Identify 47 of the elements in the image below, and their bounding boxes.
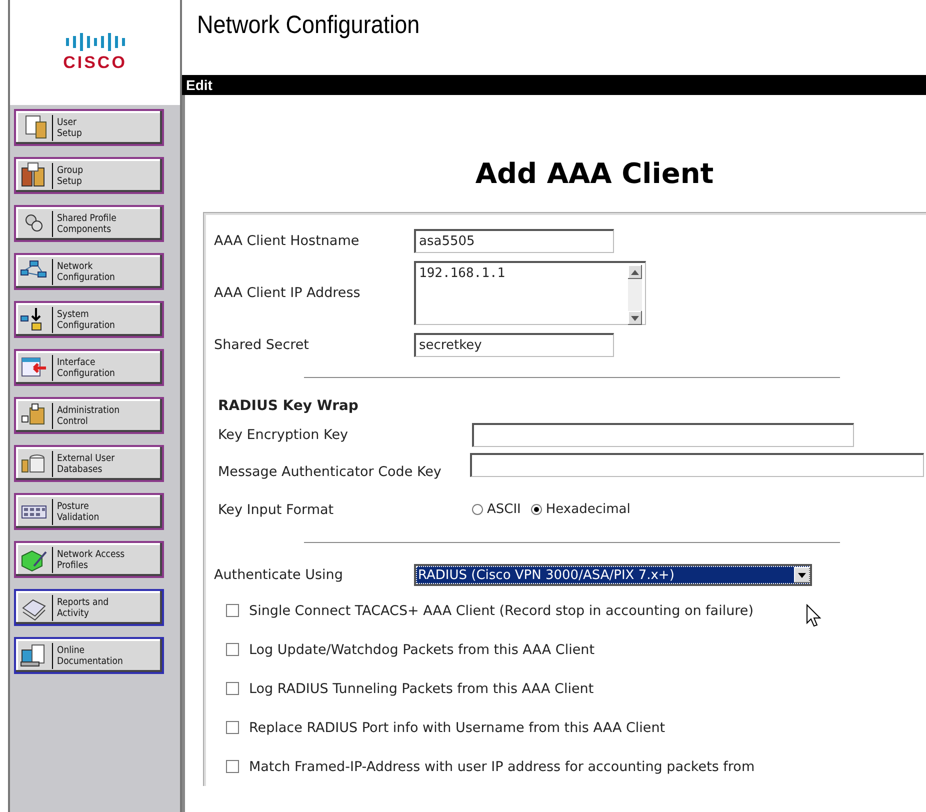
checkbox-label: Log RADIUS Tunneling Packets from this AAA Client <box>249 680 594 696</box>
sidebar-button[interactable]: Interface Configuration <box>14 349 164 386</box>
sidebar-button[interactable]: Administration Control <box>14 397 164 434</box>
checkbox-label: Log Update/Watchdog Packets from this AAA Client <box>249 642 595 658</box>
sidebar-button[interactable]: Posture Validation <box>14 493 164 530</box>
field-label: AAA Client Hostname <box>214 233 360 249</box>
checkbox-label: Match Framed-IP-Address with user IP address for accounting packets from <box>249 758 755 774</box>
sidebar-button[interactable]: Network Configuration <box>14 253 164 290</box>
checkbox[interactable] <box>226 682 239 695</box>
key-encryption-key-field[interactable] <box>472 422 854 446</box>
sidebar-button[interactable]: Network Access Profiles <box>14 541 164 578</box>
logo-text: CISCO <box>63 52 127 72</box>
field-label: Authenticate Using <box>214 567 344 583</box>
dropdown-arrow-icon[interactable] <box>798 572 806 578</box>
checkbox[interactable] <box>226 760 239 773</box>
sidebar-button[interactable]: Shared Profile Components <box>14 205 164 242</box>
shared-secret-field[interactable]: secretkey <box>414 333 614 357</box>
message-authenticator-key-field[interactable] <box>470 453 924 477</box>
page-title: Add AAA Client <box>474 157 715 190</box>
format-radio[interactable]: ASCII <box>472 502 521 517</box>
field-label: Key Input Format <box>218 500 335 518</box>
sidebar-button[interactable]: System Configuration <box>14 301 164 338</box>
sidebar-button[interactable]: Reports and Activity <box>14 589 164 626</box>
hostname-field[interactable]: asa5505 <box>414 229 614 253</box>
field-label: Shared Secret <box>214 337 310 353</box>
page-header-title: Network Configuration <box>197 11 420 40</box>
checkbox[interactable] <box>226 643 239 656</box>
logo-bars-icon <box>64 32 126 50</box>
field-label: AAA Client IP Address <box>214 285 362 301</box>
sidebar-button[interactable]: Online Documentation <box>14 637 164 674</box>
checkbox[interactable] <box>226 604 239 617</box>
sidebar-button[interactable]: Group Setup <box>14 157 164 194</box>
checkbox[interactable] <box>226 721 239 734</box>
mouse-pointer-icon <box>806 604 822 628</box>
sidebar-button[interactable]: User Setup <box>14 109 164 146</box>
edit-bar: Edit <box>182 75 926 95</box>
scroll-up-arrow-icon[interactable] <box>631 270 639 274</box>
field-label: Message Authenticator Code Key <box>218 463 442 481</box>
scroll-down-arrow-icon[interactable] <box>631 316 639 320</box>
authenticate-using-dropdown[interactable]: RADIUS (Cisco VPN 3000/ASA/PIX 7.x+) <box>414 564 812 586</box>
checkbox-label: Replace RADIUS Port info with Username from this AAA Client <box>249 720 666 736</box>
section-heading: RADIUS Key Wrap <box>218 398 360 414</box>
sidebar-button[interactable]: External User Databases <box>14 445 164 482</box>
checkbox-label: Single Connect TACACS+ AAA Client (Record stop in accounting on failure) <box>249 602 754 618</box>
ip-address-field[interactable]: 192.168.1.1 <box>414 261 646 325</box>
field-label: Key Encryption Key <box>218 426 350 444</box>
format-radio[interactable]: Hexadecimal <box>530 502 630 517</box>
